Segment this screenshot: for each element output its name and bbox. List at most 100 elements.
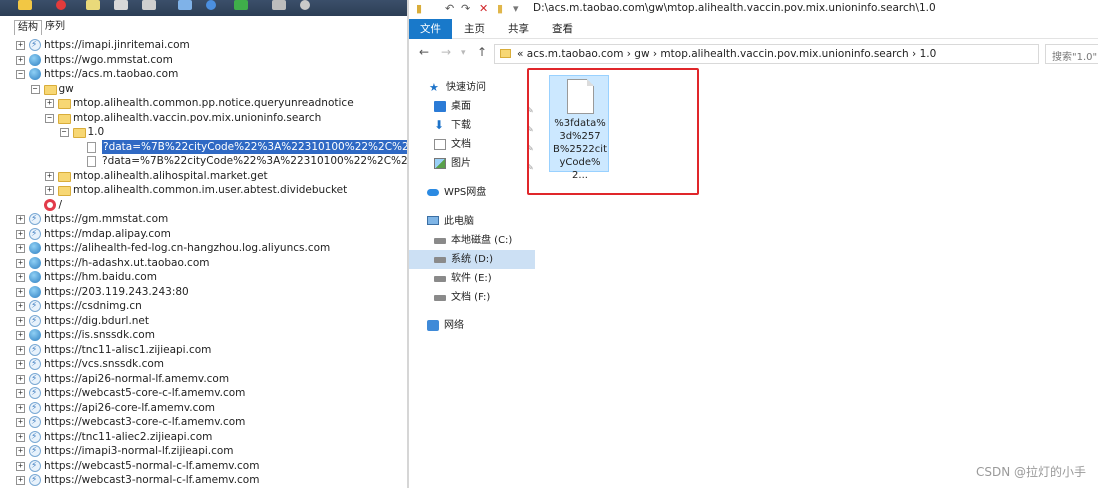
nav-item[interactable]: WPS网盘 [409,183,535,202]
expand-icon[interactable]: + [16,345,25,355]
tree-row[interactable]: + https://webcast3-core-c-lf.amemv.com [0,415,408,430]
expand-icon[interactable]: + [16,418,25,427]
shield-icon[interactable] [142,0,156,10]
properties-icon[interactable]: ▮ [497,2,503,15]
tree-row[interactable]: − gw [0,82,408,97]
search-box[interactable]: 搜索"1.0" [1045,44,1098,64]
tree-row[interactable]: + https://203.119.243.243:80 [0,285,408,300]
redo-icon[interactable]: ↷ [461,2,470,15]
expand-icon[interactable]: + [16,287,25,297]
nav-item[interactable]: 文档 (F:) [409,288,535,307]
nav-item[interactable]: ⬇ 下载 ✎ [409,116,535,135]
tree-row[interactable]: + https://is.snssdk.com [0,328,408,343]
tree-row[interactable]: + https://tnc11-aliec2.zijieapi.com [0,430,408,444]
tree-row[interactable]: + mtop.alihealth.alihospital.market.get [0,169,408,184]
expand-icon[interactable]: + [16,215,25,224]
collapse-icon[interactable]: − [45,113,54,123]
tree-row[interactable]: + https://mdap.alipay.com [0,227,408,241]
nav-item[interactable]: 桌面 ✎ [409,97,535,116]
forward-icon[interactable]: → [441,45,451,59]
nav-item[interactable]: 系统 (D:) [409,250,535,269]
customize-icon[interactable]: ▾ [513,2,519,15]
pen-icon[interactable] [178,0,192,10]
check-icon[interactable] [234,0,248,10]
expand-icon[interactable]: + [45,99,54,108]
up-icon[interactable]: ↑ [477,45,487,59]
tree-row[interactable]: + https://vcs.snssdk.com [0,357,408,372]
tree-row[interactable]: + https://csdnimg.cn [0,299,408,314]
expand-icon[interactable]: + [16,374,25,384]
tree-row[interactable]: + https://imapi.jinritemai.com [0,38,408,53]
nav-item[interactable]: 此电脑 [409,212,535,231]
back-icon[interactable]: ← [419,45,429,59]
decode-icon[interactable] [86,0,100,10]
expand-icon[interactable]: + [16,403,25,413]
tree-row[interactable]: + https://wgo.mmstat.com [0,53,408,68]
tab-sequence[interactable]: 序列 [42,20,68,35]
tab-structure[interactable]: 结构 [14,20,42,35]
tree-row[interactable]: + https://api26-normal-lf.amemv.com [0,372,408,386]
expand-icon[interactable]: + [45,171,54,181]
tab-file[interactable]: 文件 [409,19,452,39]
tree-row[interactable]: + https://webcast5-core-c-lf.amemv.com [0,386,408,401]
address-breadcrumbs[interactable]: « acs.m.taobao.com › gw › mtop.alihealth… [517,48,936,60]
collapse-icon[interactable]: − [59,128,69,137]
expand-icon[interactable]: + [16,432,25,442]
tree-row[interactable]: + https://h-adashx.ut.taobao.com [0,256,408,271]
tree-row[interactable]: − 1.0 [0,125,408,140]
tree-row[interactable]: + https://alihealth-fed-log.cn-hangzhou.l… [0,241,408,256]
recent-locations-icon[interactable]: ▾ [461,48,466,58]
tab-share[interactable]: 共享 [497,19,540,39]
bookmark-icon[interactable] [18,0,32,10]
expand-icon[interactable]: + [16,258,25,268]
expand-icon[interactable]: + [16,41,25,50]
expand-icon[interactable]: + [16,389,25,398]
expand-icon[interactable]: + [16,476,25,485]
tree-row[interactable]: − mtop.alihealth.vaccin.pov.mix.unioninfo… [0,111,408,126]
nav-item[interactable]: 软件 (E:) [409,269,535,288]
tree-row[interactable]: ?data=%7B%22cityCode%22%3A%22310100%22%2… [0,154,408,169]
expand-icon[interactable]: + [16,316,25,326]
tree-row[interactable]: − https://acs.m.taobao.com [0,67,408,82]
refresh-icon[interactable] [206,0,216,10]
collapse-icon[interactable]: − [30,84,40,94]
save-icon[interactable] [114,0,128,10]
folder-quick-icon[interactable]: ▮ [416,2,422,15]
tools-icon[interactable] [272,0,286,10]
nav-item[interactable]: 图片 ✎ [409,154,535,173]
tree-row[interactable]: ?data=%7B%22cityCode%22%3A%22310100%22%2… [0,139,408,154]
delete-icon[interactable]: ✕ [479,2,488,15]
tab-view[interactable]: 查看 [541,19,584,39]
tree-row[interactable]: + https://dig.bdurl.net [0,314,408,328]
settings-icon[interactable] [300,0,310,10]
tree-row[interactable]: + https://api26-core-lf.amemv.com [0,401,408,415]
record-icon[interactable] [56,0,66,10]
expand-icon[interactable]: + [16,229,25,239]
address-bar[interactable]: « acs.m.taobao.com › gw › mtop.alihealth… [494,44,1039,64]
tree-row[interactable]: / [0,198,408,213]
expand-icon[interactable]: + [16,273,25,282]
tree-row[interactable]: + mtop.alihealth.common.pp.notice.queryun… [0,96,408,111]
undo-icon[interactable]: ↶ [445,2,454,15]
tree-row[interactable]: + https://gm.mmstat.com [0,212,408,227]
expand-icon[interactable]: + [16,331,25,340]
nav-item[interactable]: ★ 快速访问 [409,78,535,97]
tree-row[interactable]: + https://imapi3-normal-lf.zijieapi.com [0,444,408,459]
tab-home[interactable]: 主页 [453,19,496,39]
expand-icon[interactable]: + [16,55,25,65]
tree-row[interactable]: + mtop.alihealth.common.im.user.abtest.di… [0,183,408,198]
expand-icon[interactable]: + [16,302,25,311]
expand-icon[interactable]: + [16,360,25,369]
expand-icon[interactable]: + [16,461,25,471]
expand-icon[interactable]: + [45,186,54,195]
expand-icon[interactable]: + [16,244,25,253]
collapse-icon[interactable]: − [16,70,25,79]
tree-row[interactable]: + https://webcast3-normal-c-lf.amemv.com [0,473,408,488]
expand-icon[interactable]: + [16,447,25,456]
tree-row[interactable]: + https://webcast5-normal-c-lf.amemv.com [0,459,408,473]
tree-row[interactable]: + https://tnc11-alisc1.zijieapi.com [0,343,408,357]
nav-item[interactable]: 本地磁盘 (C:) [409,231,535,250]
nav-item[interactable]: 网络 [409,316,535,335]
nav-item[interactable]: 文档 ✎ [409,135,535,154]
tree-row[interactable]: + https://hm.baidu.com [0,270,408,285]
